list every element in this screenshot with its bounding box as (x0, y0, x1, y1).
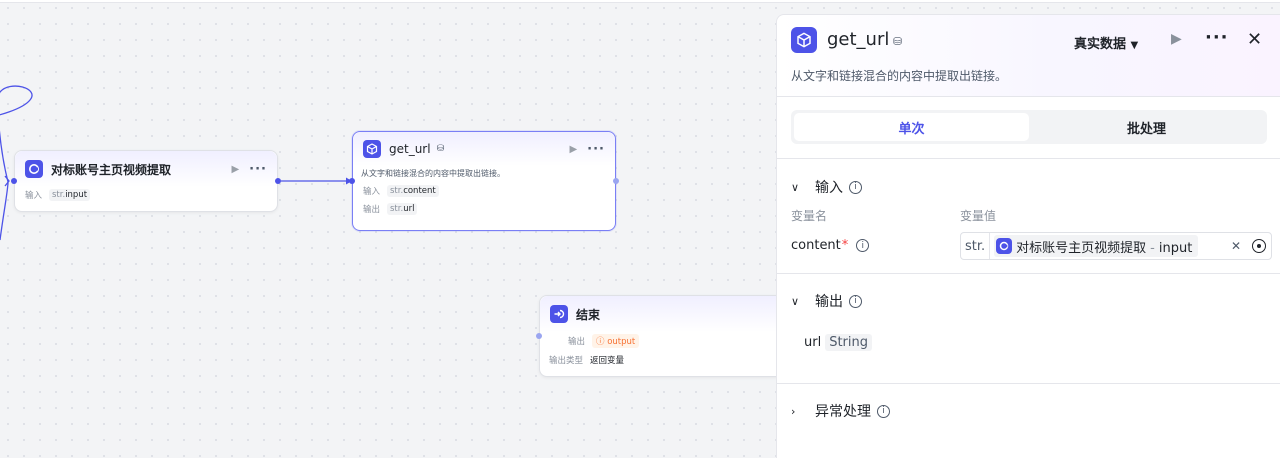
node-source[interactable]: 对标账号主页视频提取 ▶ ··· 输入 str.input (14, 150, 278, 212)
geturl-out-port[interactable] (613, 178, 619, 184)
node-get-url[interactable]: get_url ⛁ ▶ ··· 从文字和链接混合的内容中提取出链接。 输入 st… (352, 131, 616, 231)
warning-icon: ⓘ (596, 337, 608, 347)
incoming-edge (0, 181, 9, 241)
ref-type-label: str. (961, 233, 991, 259)
caret-down-icon: ▼ (1130, 40, 1139, 51)
output-section-title: 输出 (815, 294, 843, 310)
cube-icon (791, 27, 817, 53)
node-end-title: 结束 (576, 307, 601, 322)
node-end-output-type-row: 输出类型 返回变量 (540, 352, 784, 368)
chevron-right-icon: › (791, 404, 796, 418)
node-get-url-title: get_url (389, 142, 431, 156)
output-tag: str.url (387, 203, 418, 215)
output-label: 输出 (363, 205, 381, 215)
run-icon[interactable]: ▶ (1171, 31, 1182, 47)
more-icon[interactable]: ··· (587, 142, 605, 157)
more-icon[interactable]: ··· (249, 162, 267, 177)
source-in-port[interactable] (11, 178, 17, 184)
panel-description: 从文字和链接混合的内容中提取出链接。 (791, 69, 1008, 83)
input-section-header[interactable]: ∨ 输入 i (791, 177, 862, 197)
divider (777, 383, 1280, 384)
output-section-header[interactable]: ∨ 输出 i (791, 291, 862, 311)
input-label: 输入 (25, 191, 43, 201)
node-end-header: 结束 (540, 296, 784, 332)
divider (777, 96, 1280, 97)
output-var-row: url String (804, 334, 872, 351)
output-type-value: 返回变量 (590, 356, 625, 366)
source-out-port[interactable] (275, 178, 281, 184)
node-get-url-output-row: 输出 str.url (353, 201, 615, 217)
tab-single[interactable]: 单次 (794, 113, 1029, 141)
node-end[interactable]: 结束 输出 ⓘ output 输出类型 返回变量 (539, 295, 784, 377)
plugin-badge-icon: ⛁ (436, 144, 445, 154)
param-content-label: content * i (791, 238, 870, 253)
chevron-down-icon: ∨ (791, 180, 800, 194)
geturl-in-port[interactable] (349, 178, 355, 184)
info-icon[interactable]: i (877, 404, 890, 418)
output-var-type: String (825, 334, 872, 351)
close-icon[interactable]: ✕ (1247, 29, 1262, 50)
output-label: 输出 (568, 337, 586, 347)
tab-batch[interactable]: 批处理 (1029, 113, 1264, 141)
node-end-output-row: 输出 ⓘ output (540, 332, 784, 350)
divider (777, 158, 1280, 159)
exception-section-title: 异常处理 (815, 404, 871, 420)
ref-node-name: 对标账号主页视频提取 (1016, 240, 1147, 256)
info-icon[interactable]: i (856, 239, 870, 252)
param-content-reference[interactable]: str. 对标账号主页视频提取 - input ✕ (960, 232, 1272, 260)
node-source-header: 对标账号主页视频提取 ▶ ··· (15, 151, 277, 187)
node-get-url-header: get_url ⛁ ▶ ··· (353, 132, 615, 166)
info-icon[interactable]: i (849, 294, 862, 308)
ref-chip[interactable]: 对标账号主页视频提取 - input (994, 235, 1199, 257)
input-label: 输入 (363, 187, 381, 197)
ref-var-name: input (1158, 240, 1193, 256)
clear-icon[interactable]: ✕ (1231, 239, 1241, 253)
chevron-down-icon: ∨ (791, 294, 800, 308)
input-tag: str.content (387, 185, 439, 197)
end-in-port[interactable] (536, 333, 542, 339)
panel-title[interactable]: get_url (827, 29, 889, 50)
input-tag: str.input (49, 189, 91, 201)
exception-section-header[interactable]: › 异常处理 i (791, 401, 890, 421)
output-var-name: url (804, 335, 822, 350)
col-var-name: 变量名 (791, 209, 828, 223)
node-get-url-desc: 从文字和链接混合的内容中提取出链接。 (361, 169, 505, 178)
info-icon[interactable]: i (849, 180, 862, 194)
node-get-url-input-row: 输入 str.content (353, 183, 615, 199)
output-warning-tag: ⓘ output (592, 334, 640, 348)
data-mode-dropdown[interactable]: 真实数据 ▼ (1074, 33, 1138, 52)
plugin-badge-icon: ⛁ (893, 35, 903, 48)
node-settings-panel: get_url ⛁ 真实数据 ▼ ▶ ··· ✕ 从文字和链接混合的内容中提取出… (776, 14, 1280, 458)
cube-icon (363, 140, 381, 158)
col-var-value: 变量值 (960, 209, 997, 223)
node-source-input-row: 输入 str.input (15, 187, 277, 203)
play-icon[interactable]: ▶ (569, 144, 577, 155)
variable-select-icon[interactable] (1252, 239, 1266, 253)
play-icon[interactable]: ▶ (231, 164, 239, 175)
exit-icon (550, 305, 568, 323)
run-mode-tabs: 单次 批处理 (791, 110, 1267, 144)
node-source-title: 对标账号主页视频提取 (51, 162, 172, 177)
divider (777, 273, 1280, 274)
code-icon (996, 238, 1013, 254)
more-icon[interactable]: ··· (1205, 27, 1229, 48)
input-section-title: 输入 (815, 180, 843, 196)
output-type-label: 输出类型 (549, 356, 584, 366)
code-icon (25, 160, 43, 178)
